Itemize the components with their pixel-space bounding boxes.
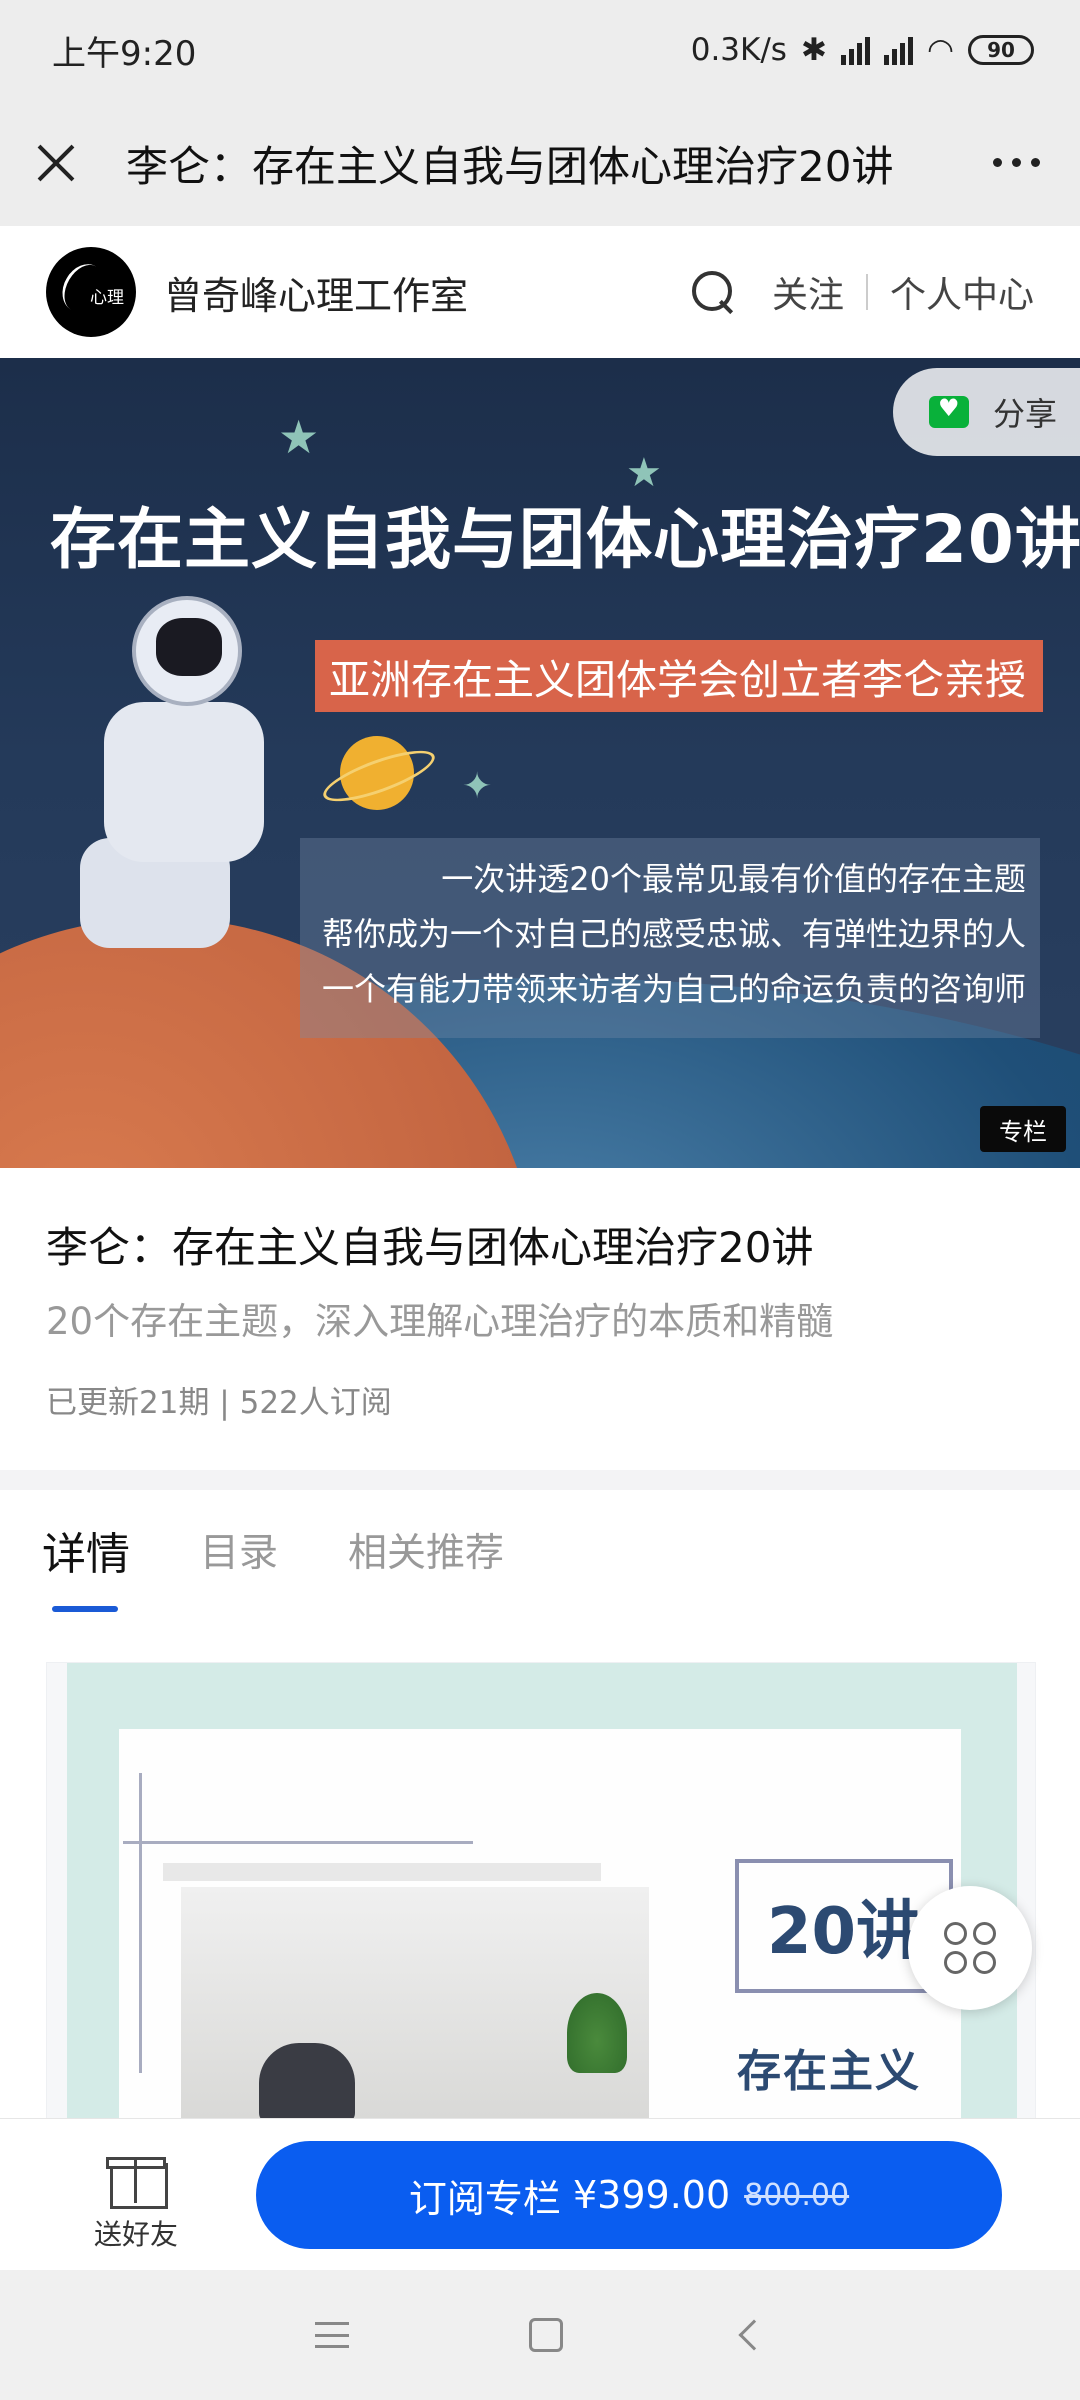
- follow-button[interactable]: 关注: [772, 266, 844, 318]
- banner-desc-line: 帮你成为一个对自己的感受忠诚、有弹性边界的人: [321, 915, 1026, 953]
- battery-icon: 90: [968, 35, 1034, 65]
- course-subtitle: 20个存在主题，深入理解心理治疗的本质和精髓: [46, 1300, 834, 1343]
- original-price: 800.00: [744, 2177, 850, 2213]
- column-tag: 专栏: [980, 1106, 1066, 1152]
- more-icon[interactable]: [993, 158, 1040, 167]
- shop-logo[interactable]: 心理: [46, 247, 136, 337]
- subscribe-button[interactable]: 订阅专栏 ¥399.00 800.00: [256, 2141, 1002, 2249]
- grid-icon: [944, 1922, 996, 1974]
- title-bar: 李仑：存在主义自我与团体心理治疗20讲: [0, 100, 1080, 226]
- menu-float-button[interactable]: [908, 1886, 1032, 2010]
- home-icon[interactable]: [529, 2318, 563, 2352]
- status-time: 上午9:20: [52, 33, 197, 74]
- star-icon: ★: [278, 410, 320, 464]
- network-speed: 0.3K/s: [690, 32, 787, 68]
- tab-catalog[interactable]: 目录: [200, 1522, 278, 1578]
- header-actions: 关注 个人中心: [690, 266, 1034, 318]
- system-nav-bar: [0, 2270, 1080, 2400]
- status-icons: 0.3K/s ✱ ◠ 90: [691, 32, 1034, 68]
- tab-details[interactable]: 详情: [42, 1518, 130, 1612]
- banner-desc-line: 一个有能力带领来访者为自己的命运负责的咨询师: [321, 970, 1026, 1008]
- bluetooth-icon: ✱: [800, 32, 827, 68]
- signal-icon-2: [883, 35, 913, 65]
- star-icon: ✦: [462, 766, 493, 807]
- course-meta: 已更新21期 | 522人订阅: [46, 1385, 392, 1421]
- signal-icon: [840, 35, 870, 65]
- back-icon[interactable]: [738, 2319, 770, 2351]
- shop-name[interactable]: 曾奇峰心理工作室: [164, 265, 468, 320]
- divider: [865, 274, 868, 310]
- gift-label: 送好友: [93, 2218, 178, 2251]
- chair-illustration: [259, 2043, 355, 2121]
- page-title: 李仑：存在主义自我与团体心理治疗20讲: [126, 141, 894, 191]
- tab-recommendations[interactable]: 相关推荐: [348, 1522, 504, 1578]
- profile-button[interactable]: 个人中心: [890, 266, 1034, 318]
- course-info: 李仑：存在主义自我与团体心理治疗20讲 20个存在主题，深入理解心理治疗的本质和…: [0, 1168, 1080, 1470]
- search-icon[interactable]: [690, 269, 736, 315]
- bottom-bar: 送好友 订阅专栏 ¥399.00 800.00: [0, 2118, 1080, 2270]
- close-icon[interactable]: [34, 141, 78, 185]
- banner-description: 一次讲透20个最常见最有价值的存在主题 帮你成为一个对自己的感受忠诚、有弹性边界…: [300, 838, 1040, 1038]
- section-divider: [0, 1470, 1080, 1490]
- gift-icon: [106, 2147, 168, 2209]
- detail-tabs: 详情 目录 相关推荐: [0, 1490, 1080, 1612]
- course-banner[interactable]: ★ ★ ✦ 存在主义自我与团体心理治疗20讲 亚洲存在主义团体学会创立者李仑亲授…: [0, 358, 1080, 1168]
- share-button[interactable]: 分享: [893, 368, 1080, 456]
- detail-caption: 存在主义: [737, 2046, 921, 2097]
- subscribe-label: 订阅专栏: [408, 2176, 561, 2221]
- logo-text: 心理: [90, 288, 124, 308]
- banner-subtitle: 亚洲存在主义团体学会创立者李仑亲授: [315, 640, 1043, 712]
- gift-button[interactable]: 送好友: [86, 2147, 186, 2253]
- banner-desc-line: 一次讲透20个最常见最有价值的存在主题: [441, 860, 1026, 898]
- shop-header: 心理 曾奇峰心理工作室 关注 个人中心: [0, 226, 1080, 358]
- status-bar: 上午9:20 0.3K/s ✱ ◠ 90: [0, 0, 1080, 100]
- price: ¥399.00: [572, 2173, 731, 2217]
- wechat-icon: [929, 394, 969, 428]
- saturn-icon: [340, 736, 414, 810]
- banner-headline: 存在主义自我与团体心理治疗20讲: [50, 501, 1080, 578]
- wifi-icon: ◠: [926, 32, 954, 68]
- share-label: 分享: [993, 395, 1058, 433]
- plant-illustration: [567, 1993, 627, 2073]
- course-title: 李仑：存在主义自我与团体心理治疗20讲: [46, 1223, 814, 1272]
- detail-image: 20讲 存在主义: [46, 1662, 1036, 2122]
- astronaut-illustration: [74, 578, 284, 948]
- menu-icon[interactable]: [315, 2322, 349, 2348]
